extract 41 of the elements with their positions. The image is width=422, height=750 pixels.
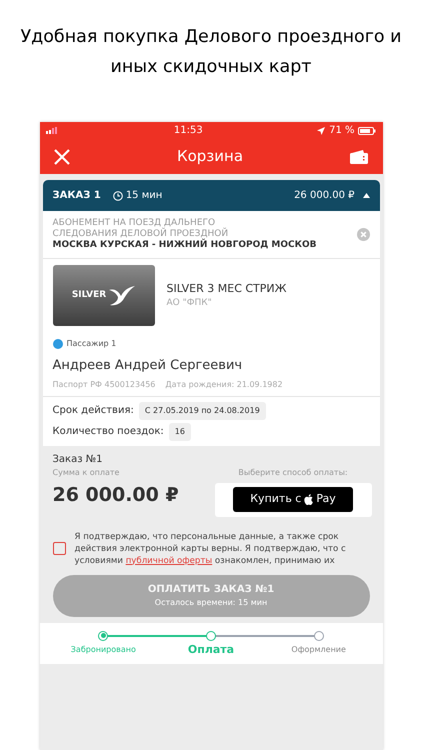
birth-date: Дата рождения: 21.09.1982 — [165, 378, 283, 390]
order-total: 26 000.00 ₽ — [294, 189, 354, 203]
order-title: ЗАКАЗ 1 — [52, 189, 101, 203]
detail-label: Срок действия: — [52, 404, 134, 418]
battery-icon — [358, 126, 376, 134]
passenger-name: Андреев Андрей Сергеевич — [52, 357, 244, 375]
ticket-route: МОСКВА КУРСКАЯ - НИЖНИЙ НОВГОРОД МОСКОВ — [52, 240, 318, 251]
detail-value: С 27.05.2019 по 24.08.2019 — [138, 402, 266, 420]
step-label: Оплата — [188, 642, 234, 658]
detail-label: Количество поездок: — [52, 425, 164, 439]
card-name: SILVER 3 МЕС СТРИЖ — [166, 280, 286, 296]
consent-text: Я подтверждаю, что персональные данные, а также срок действия электронной карты верны. Я подтверждаю, что с условиями публичной оферты ознакомлен, принимаю их — [74, 530, 347, 566]
payment-order-label: Заказ №1 — [52, 452, 104, 466]
order-header[interactable]: ЗАКАЗ 1 15 мин 26 000.00 ₽ — [42, 180, 380, 211]
clock: 11:53 — [174, 124, 203, 138]
clock-icon — [112, 190, 123, 200]
sum-amount: 26 000.00 ₽ — [52, 482, 179, 508]
step-label: Оформление — [291, 644, 346, 656]
sum-label: Сумма к оплате — [52, 466, 120, 478]
location-arrow-icon — [317, 126, 326, 134]
payment-method-label: Выберите способ оплаты: — [238, 466, 348, 478]
apple-icon — [304, 494, 314, 505]
passenger-label: Пассажир 1 — [66, 338, 116, 350]
battery-level: 71 % — [329, 124, 354, 138]
wallet-icon[interactable] — [350, 150, 368, 164]
close-icon[interactable] — [54, 148, 70, 164]
bird-icon — [109, 286, 136, 306]
detail-value: 16 — [168, 422, 191, 440]
caption: Удобная покупка Делового проездного и иных скидочных карт — [19, 26, 403, 79]
apple-pay-button[interactable]: Купить с Pay — [233, 487, 353, 512]
collapse-icon — [362, 193, 370, 198]
step-label: Забронировано — [70, 644, 136, 656]
signal-icon — [46, 127, 60, 134]
card-logo-text: SILVER — [72, 288, 106, 302]
screen-title: Корзина — [176, 146, 244, 168]
offer-link[interactable]: публичной оферты — [126, 556, 212, 566]
passport-number: Паспорт РФ 4500123456 — [52, 378, 156, 390]
consent-checkbox[interactable] — [52, 542, 66, 555]
ticket-type: АБОНЕМЕНТ НА ПОЕЗД ДАЛЬНЕГО СЛЕДОВАНИЯ ДЕЛОВОЙ ПРОЕЗДНОЙ — [52, 218, 230, 239]
card-issuer: АО "ФПК" — [166, 297, 213, 310]
order-timer: 15 мин — [126, 189, 162, 203]
